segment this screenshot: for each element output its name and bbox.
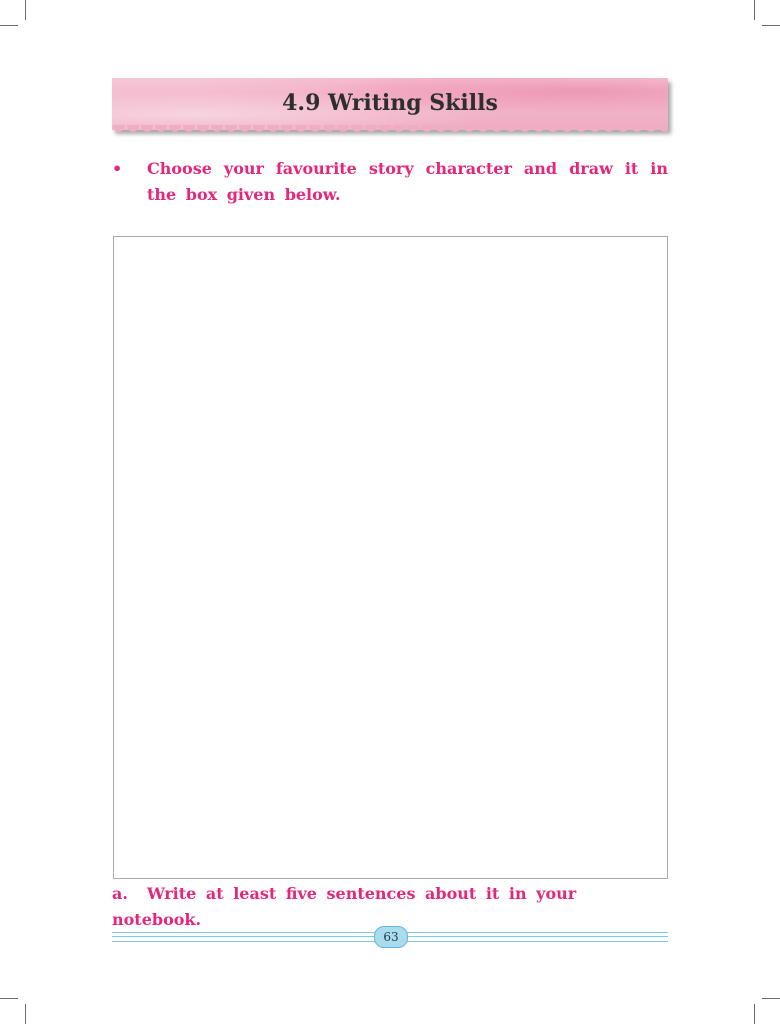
- instruction: • Choose your favourite story character …: [112, 156, 668, 208]
- crop-mark: [0, 998, 18, 999]
- question-letter: a.: [112, 884, 128, 903]
- crop-mark: [25, 0, 26, 20]
- crop-mark: [754, 0, 755, 20]
- banner-scalloped-edge: [112, 125, 668, 135]
- bullet-icon: •: [112, 159, 123, 178]
- drawing-box[interactable]: [113, 236, 668, 879]
- section-banner: 4.9 Writing Skills: [112, 78, 668, 135]
- instruction-text: Choose your favourite story character an…: [147, 159, 668, 204]
- crop-mark: [0, 25, 18, 26]
- question-text: Write at least five sentences about it i…: [112, 884, 577, 929]
- section-title: 4.9 Writing Skills: [282, 90, 498, 116]
- crop-mark: [762, 25, 780, 26]
- crop-mark: [25, 1004, 26, 1024]
- crop-mark: [762, 998, 780, 999]
- crop-mark: [754, 1004, 755, 1024]
- page-number: 63: [374, 926, 408, 948]
